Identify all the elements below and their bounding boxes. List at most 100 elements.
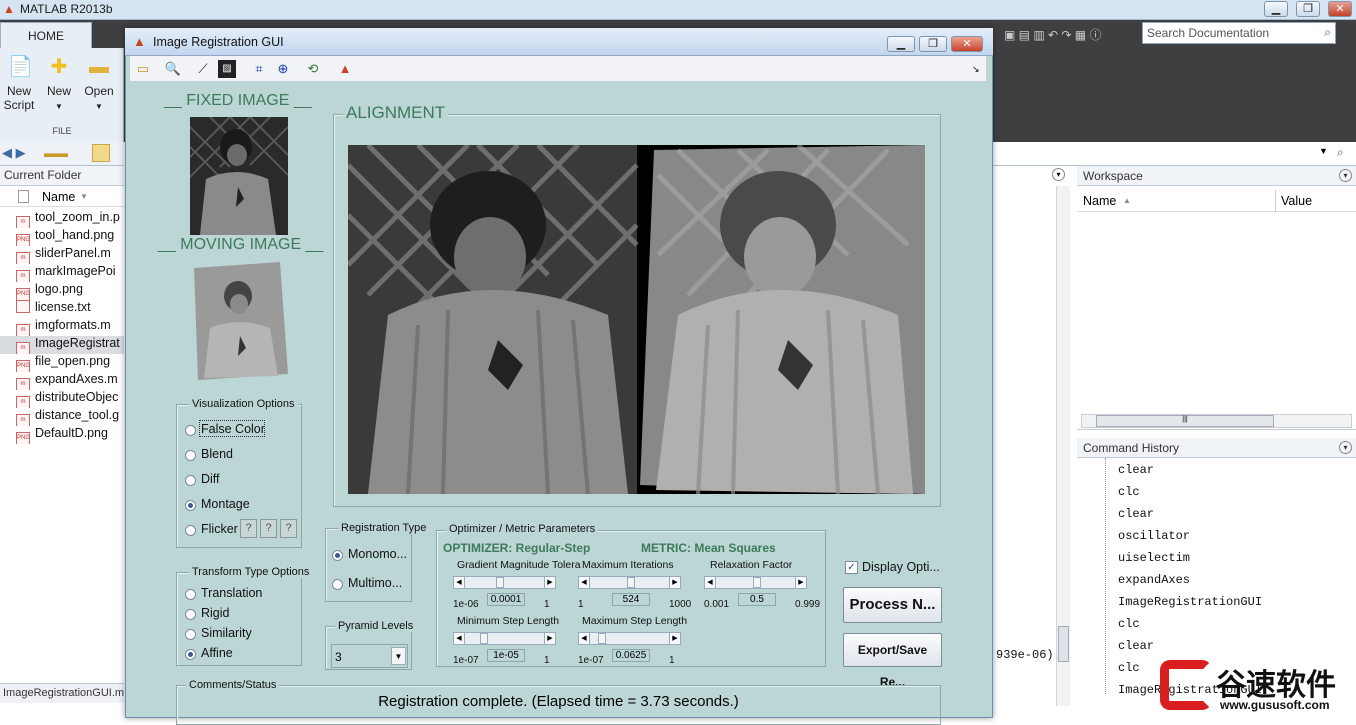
slider-right-arrow-icon[interactable]: ▶ xyxy=(669,577,680,588)
pixel-region-icon[interactable]: ⌗ xyxy=(250,60,268,78)
param-slider[interactable]: ◀ ▶ xyxy=(453,576,556,589)
sort-up-icon[interactable]: ▲ xyxy=(1123,196,1131,205)
folder-nav-icon[interactable]: ▬▬ xyxy=(44,146,68,160)
command-window-scrollbar[interactable] xyxy=(1056,186,1070,706)
tab-home[interactable]: HOME xyxy=(0,22,92,48)
file-list-item[interactable]: PNG tool_hand.png xyxy=(16,228,124,246)
chevron-down-icon[interactable]: ▼ xyxy=(391,647,406,665)
export-save-button[interactable]: Export/Save Re... xyxy=(843,633,942,689)
pyramid-levels-select[interactable]: 3 ▼ xyxy=(331,644,408,668)
history-entry[interactable]: uiselectim xyxy=(1118,551,1190,565)
open-file-icon[interactable]: ▭ xyxy=(134,60,152,78)
history-entry[interactable]: expandAxes xyxy=(1118,573,1190,587)
param-value[interactable]: 1e-05 xyxy=(487,649,525,662)
file-list-item[interactable]: m distributeObjec xyxy=(16,390,124,408)
address-search-icon[interactable]: ⌕ xyxy=(1337,145,1344,160)
flicker-help-button[interactable]: ? xyxy=(280,519,297,538)
history-entry[interactable]: clc xyxy=(1118,661,1140,675)
crosshair-icon[interactable]: ⊕ xyxy=(274,60,292,78)
slider-left-arrow-icon[interactable]: ◀ xyxy=(454,633,465,644)
address-bar-right[interactable]: ▼ ⌕ xyxy=(993,142,1356,166)
close-button[interactable]: ✕ xyxy=(1328,1,1352,17)
file-list-item[interactable]: m imgformats.m xyxy=(16,318,124,336)
param-slider[interactable]: ◀ ▶ xyxy=(578,632,681,645)
command-history-menu-icon[interactable]: ▾ xyxy=(1339,441,1352,454)
toolbar-dock-icon[interactable]: ↘ xyxy=(972,64,980,75)
slider-thumb[interactable] xyxy=(627,577,635,588)
maximize-button[interactable]: ❐ xyxy=(1296,1,1320,17)
new-button[interactable]: ✚ New ▼ xyxy=(40,56,78,114)
slider-right-arrow-icon[interactable]: ▶ xyxy=(795,577,806,588)
ruler-icon[interactable]: ⟋ xyxy=(194,60,212,78)
file-list-item[interactable]: m tool_zoom_in.p xyxy=(16,210,124,228)
name-column-header[interactable]: Name xyxy=(42,190,75,204)
history-entry[interactable]: clc xyxy=(1118,485,1140,499)
file-list-item[interactable]: m ImageRegistrat xyxy=(0,336,124,354)
radio-montage[interactable] xyxy=(185,500,196,511)
file-list-item[interactable]: PNG DefaultD.png xyxy=(16,426,124,444)
zoom-icon[interactable]: 🔍 xyxy=(164,60,182,78)
radio-translation[interactable] xyxy=(185,589,196,600)
workspace-menu-icon[interactable]: ▾ xyxy=(1339,169,1352,182)
workspace-value-column[interactable]: Value xyxy=(1281,194,1312,208)
slider-right-arrow-icon[interactable]: ▶ xyxy=(669,633,680,644)
minimize-button[interactable]: ▁ xyxy=(1264,1,1288,17)
dropdown-icon[interactable]: ▼ xyxy=(1319,146,1328,156)
radio-multimo[interactable] xyxy=(332,579,343,590)
sort-icon[interactable]: ▼ xyxy=(80,192,88,201)
slider-left-arrow-icon[interactable]: ◀ xyxy=(579,633,590,644)
slider-thumb[interactable] xyxy=(598,633,606,644)
contrast-icon[interactable]: ▨ xyxy=(218,60,236,78)
file-list-item[interactable]: license.txt xyxy=(16,300,124,318)
history-entry[interactable]: clear xyxy=(1118,463,1154,477)
slider-thumb[interactable] xyxy=(753,577,761,588)
display-options-checkbox[interactable]: ✓ xyxy=(845,561,858,574)
new-script-button[interactable]: 📄 New Script xyxy=(0,56,38,112)
history-entry[interactable]: ImageRegistrationGUI xyxy=(1118,595,1262,609)
radio-blend[interactable] xyxy=(185,450,196,461)
history-entry[interactable]: clear xyxy=(1118,507,1154,521)
open-button[interactable]: ▬ Open ▼ xyxy=(80,56,118,114)
nav-arrows-icon[interactable]: ◀ ▶ xyxy=(2,145,26,161)
folder-address-bar[interactable]: ◀ ▶ ▬▬ xyxy=(0,142,124,166)
radio-monomo[interactable] xyxy=(332,550,343,561)
history-entry[interactable]: clear xyxy=(1118,639,1154,653)
history-entry[interactable]: oscillator xyxy=(1118,529,1190,543)
gui-minimize-button[interactable]: ▁ xyxy=(887,36,915,52)
radio-similarity[interactable] xyxy=(185,629,196,640)
param-value[interactable]: 0.0625 xyxy=(612,649,650,662)
command-window-menu-icon[interactable]: ▾ xyxy=(1052,168,1065,181)
slider-right-arrow-icon[interactable]: ▶ xyxy=(544,577,555,588)
param-slider[interactable]: ◀ ▶ xyxy=(453,632,556,645)
radio-affine[interactable] xyxy=(185,649,196,660)
workspace-name-column[interactable]: Name xyxy=(1083,194,1116,208)
slider-left-arrow-icon[interactable]: ◀ xyxy=(705,577,716,588)
radio-falsecolor[interactable] xyxy=(185,425,196,436)
flicker-help-button[interactable]: ? xyxy=(260,519,277,538)
param-slider[interactable]: ◀ ▶ xyxy=(578,576,681,589)
slider-thumb[interactable] xyxy=(480,633,488,644)
file-list-item[interactable]: m sliderPanel.m xyxy=(16,246,124,264)
slider-thumb[interactable] xyxy=(496,577,504,588)
gui-maximize-button[interactable]: ❐ xyxy=(919,36,947,52)
search-documentation-input[interactable]: Search Documentation ⌕ xyxy=(1142,22,1336,44)
param-value[interactable]: 0.0001 xyxy=(487,593,525,606)
workspace-hscrollbar[interactable]: ||| xyxy=(1081,414,1352,428)
param-value[interactable]: 524 xyxy=(612,593,650,606)
slider-left-arrow-icon[interactable]: ◀ xyxy=(579,577,590,588)
scrollbar-thumb[interactable] xyxy=(1058,626,1069,662)
file-list-item[interactable]: m expandAxes.m xyxy=(16,372,124,390)
slider-left-arrow-icon[interactable]: ◀ xyxy=(454,577,465,588)
search-icon[interactable]: ⌕ xyxy=(1324,25,1331,40)
file-list-item[interactable]: m markImagePoi xyxy=(16,264,124,282)
process-button[interactable]: Process N... xyxy=(843,587,942,623)
matlab-toolbar-icon[interactable]: ▲ xyxy=(336,60,354,78)
param-slider[interactable]: ◀ ▶ xyxy=(704,576,807,589)
radio-diff[interactable] xyxy=(185,475,196,486)
file-list-item[interactable]: m distance_tool.g xyxy=(16,408,124,426)
history-entry[interactable]: clc xyxy=(1118,617,1140,631)
workspace-body[interactable]: ||| xyxy=(1077,212,1356,430)
hscroll-thumb[interactable]: ||| xyxy=(1096,415,1274,427)
flicker-help-button[interactable]: ? xyxy=(240,519,257,538)
transform-icon[interactable]: ⟲ xyxy=(304,60,322,78)
